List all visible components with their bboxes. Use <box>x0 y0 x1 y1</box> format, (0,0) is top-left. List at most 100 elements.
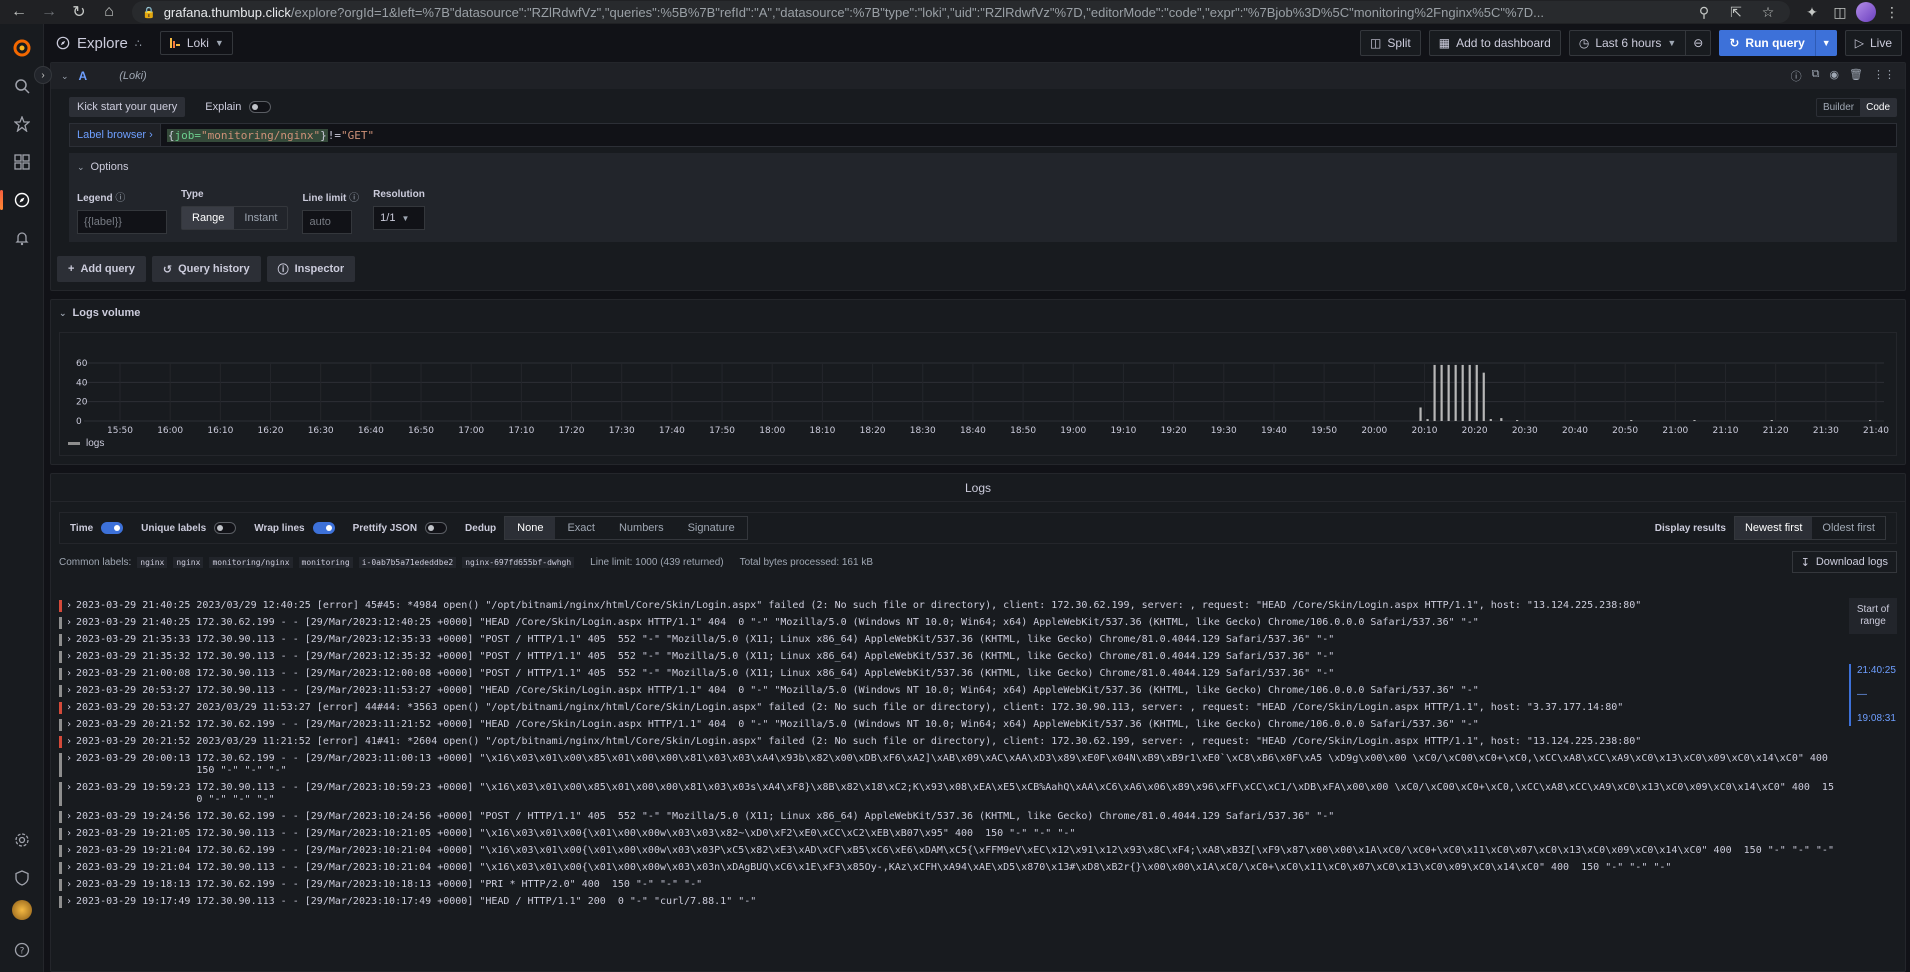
zoom-out-button[interactable]: ⊖ <box>1686 30 1712 56</box>
chart-legend[interactable]: logs <box>68 438 104 449</box>
logs-volume-header[interactable]: ⌄ Logs volume <box>51 300 1905 326</box>
reload-icon[interactable]: ↻ <box>66 1 92 23</box>
volume-bar[interactable] <box>1461 364 1464 421</box>
expand-row-chevron-icon[interactable]: › <box>66 668 76 680</box>
range-marker[interactable]: 21:40:25 — 19:08:31 <box>1849 664 1897 726</box>
dedup-numbers-option[interactable]: Numbers <box>607 517 676 539</box>
sidepanel-icon[interactable]: ◫ <box>1828 1 1852 23</box>
log-row[interactable]: › 2023-03-29 21:40:25 2023/03/29 12:40:25 … <box>59 598 1835 615</box>
query-ref-id[interactable]: A <box>79 69 88 83</box>
expand-row-chevron-icon[interactable]: › <box>66 651 76 663</box>
log-row[interactable]: › 2023-03-29 19:24:56 172.30.62.199 - - [2… <box>59 809 1835 826</box>
volume-bar[interactable] <box>1516 420 1519 422</box>
expand-row-chevron-icon[interactable]: › <box>66 634 76 646</box>
volume-bar[interactable] <box>1433 364 1436 421</box>
options-toggle[interactable]: ⌄ Options <box>77 159 1889 175</box>
volume-bar[interactable] <box>1440 364 1443 421</box>
volume-bar[interactable] <box>1630 420 1633 422</box>
browser-profile-avatar[interactable] <box>1856 2 1876 22</box>
log-row[interactable]: › 2023-03-29 19:21:04 172.30.90.113 - - [2… <box>59 860 1835 877</box>
run-query-button[interactable]: ↻ Run query <box>1719 30 1815 56</box>
configuration-gear-icon[interactable] <box>6 824 38 856</box>
log-row[interactable]: › 2023-03-29 19:59:23 172.30.90.113 - - [2… <box>59 780 1835 809</box>
volume-bar[interactable] <box>1693 420 1696 422</box>
expand-row-chevron-icon[interactable]: › <box>66 879 76 891</box>
expand-row-chevron-icon[interactable]: › <box>66 600 76 612</box>
volume-bar[interactable] <box>1500 418 1503 421</box>
time-range-picker[interactable]: ◷ Last 6 hours ▼ <box>1568 30 1687 56</box>
unique-labels-toggle[interactable] <box>214 522 237 534</box>
dedup-exact-option[interactable]: Exact <box>555 517 607 539</box>
volume-bar[interactable] <box>1482 372 1485 421</box>
dedup-none-option[interactable]: None <box>505 517 556 539</box>
collapse-chevron-icon[interactable]: ⌄ <box>61 71 69 82</box>
browser-menu-icon[interactable]: ⋮ <box>1880 1 1904 23</box>
expand-row-chevron-icon[interactable]: › <box>66 736 76 748</box>
datasource-picker[interactable]: Loki ▼ <box>159 31 233 55</box>
bookmark-star-icon[interactable]: ☆ <box>1756 1 1780 23</box>
log-row[interactable]: › 2023-03-29 20:53:27 2023/03/29 11:53:27 … <box>59 700 1835 717</box>
expand-row-chevron-icon[interactable]: › <box>66 685 76 697</box>
log-row[interactable]: › 2023-03-29 21:00:08 172.30.90.113 - - [2… <box>59 666 1835 683</box>
expand-row-chevron-icon[interactable]: › <box>66 702 76 714</box>
help-icon[interactable]: ⓘ <box>1791 68 1802 84</box>
log-row[interactable]: › 2023-03-29 19:21:04 172.30.62.199 - - [2… <box>59 843 1835 860</box>
expand-row-chevron-icon[interactable]: › <box>66 828 76 840</box>
log-row[interactable]: › 2023-03-29 19:18:13 172.30.62.199 - - [2… <box>59 877 1835 894</box>
volume-bar[interactable] <box>1489 419 1492 421</box>
query-expression-input[interactable]: {job="monitoring/nginx"} != "GET" <box>160 123 1897 147</box>
explore-compass-icon[interactable] <box>0 184 38 216</box>
log-row[interactable]: › 2023-03-29 20:21:52 172.30.62.199 - - [2… <box>59 717 1835 734</box>
type-instant-option[interactable]: Instant <box>234 207 287 229</box>
dashboards-icon[interactable] <box>6 146 38 178</box>
kick-start-button[interactable]: Kick start your query <box>69 97 186 117</box>
expand-nav-chevron-icon[interactable]: › <box>34 66 52 84</box>
log-row[interactable]: › 2023-03-29 20:00:13 172.30.62.199 - - [2… <box>59 751 1835 780</box>
log-row[interactable]: › 2023-03-29 20:21:52 2023/03/29 11:21:52 … <box>59 734 1835 751</box>
volume-bar[interactable] <box>1868 420 1872 422</box>
share-icon[interactable]: ⇱ <box>1724 1 1748 23</box>
explain-toggle[interactable] <box>249 101 272 113</box>
expand-row-chevron-icon[interactable]: › <box>66 617 76 629</box>
drag-handle-icon[interactable]: ⋮⋮ <box>1873 68 1895 84</box>
expand-row-chevron-icon[interactable]: › <box>66 862 76 874</box>
address-bar[interactable]: 🔒 grafana.thumbup.click/explore?orgId=1&… <box>132 1 1790 23</box>
builder-mode-tab[interactable]: Builder <box>1817 99 1860 116</box>
line-limit-input[interactable]: auto <box>302 210 353 234</box>
resolution-select[interactable]: 1/1 ▼ <box>373 206 426 230</box>
volume-bar[interactable] <box>1468 364 1471 421</box>
dedup-signature-option[interactable]: Signature <box>676 517 747 539</box>
forward-icon[interactable]: → <box>36 1 62 23</box>
alerting-bell-icon[interactable] <box>6 222 38 254</box>
starred-icon[interactable] <box>6 108 38 140</box>
log-row[interactable]: › 2023-03-29 21:35:33 172.30.90.113 - - [2… <box>59 632 1835 649</box>
share-nodes-icon[interactable]: ∴ <box>135 37 142 50</box>
start-of-range-button[interactable]: Start of range <box>1849 598 1897 634</box>
wrap-lines-toggle[interactable] <box>312 522 335 534</box>
live-button[interactable]: ▷ Live <box>1844 30 1902 56</box>
expand-row-chevron-icon[interactable]: › <box>66 782 76 806</box>
trash-icon[interactable]: 🗑 <box>1849 68 1863 84</box>
add-to-dashboard-button[interactable]: ▦ Add to dashboard <box>1428 30 1561 56</box>
newest-first-option[interactable]: Newest first <box>1734 517 1813 539</box>
expand-row-chevron-icon[interactable]: › <box>66 896 76 908</box>
search-icon[interactable] <box>6 70 38 102</box>
volume-bar[interactable] <box>1770 420 1773 422</box>
code-mode-tab[interactable]: Code <box>1860 98 1896 116</box>
grafana-logo-icon[interactable] <box>6 32 38 64</box>
eye-icon[interactable]: ◉ <box>1829 68 1839 84</box>
oldest-first-option[interactable]: Oldest first <box>1812 517 1885 539</box>
log-row[interactable]: › 2023-03-29 20:53:27 172.30.90.113 - - [2… <box>59 683 1835 700</box>
user-avatar[interactable] <box>11 900 32 920</box>
type-range-option[interactable]: Range <box>182 207 235 229</box>
extensions-icon[interactable]: ✦ <box>1800 1 1824 23</box>
legend-input[interactable]: {{label}} <box>77 210 167 234</box>
download-logs-button[interactable]: ↧ Download logs <box>1791 551 1897 573</box>
volume-bar[interactable] <box>1454 364 1457 421</box>
server-admin-shield-icon[interactable] <box>6 862 38 894</box>
expand-row-chevron-icon[interactable]: › <box>66 719 76 731</box>
add-query-button[interactable]: + Add query <box>57 256 146 282</box>
expand-row-chevron-icon[interactable]: › <box>66 811 76 823</box>
time-toggle[interactable] <box>101 522 124 534</box>
label-browser-button[interactable]: Label browser › <box>69 123 161 147</box>
